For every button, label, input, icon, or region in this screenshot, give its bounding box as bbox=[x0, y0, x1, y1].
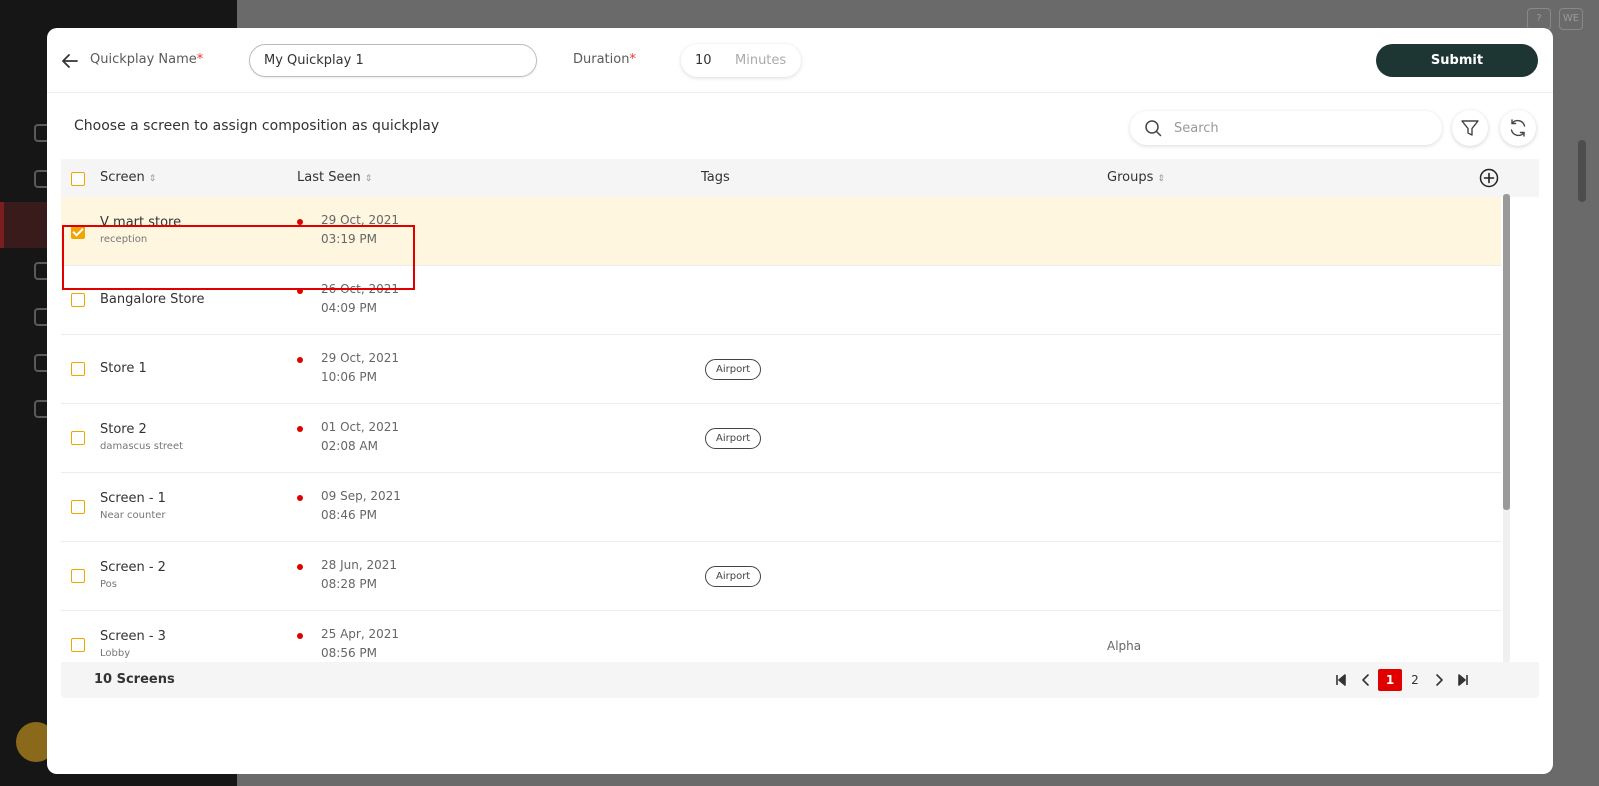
table-header: Screen ⇕ Last Seen ⇕ Tags Groups ⇕ bbox=[61, 159, 1539, 197]
table-row[interactable]: Store 1 29 Oct, 2021 10:06 PM Airport bbox=[61, 335, 1501, 404]
row-checkbox[interactable] bbox=[71, 225, 85, 239]
last-seen-time: 08:46 PM bbox=[321, 508, 377, 522]
prev-page-icon[interactable] bbox=[1358, 670, 1374, 690]
table-row[interactable]: Screen - 3 Lobby 25 Apr, 2021 08:56 PM A… bbox=[61, 611, 1501, 665]
row-checkbox[interactable] bbox=[71, 638, 85, 652]
page-2-button[interactable]: 2 bbox=[1407, 670, 1423, 690]
offline-status-dot bbox=[297, 633, 303, 639]
duration-unit: Minutes bbox=[735, 53, 787, 68]
column-groups[interactable]: Groups ⇕ bbox=[1107, 170, 1165, 185]
row-checkbox[interactable] bbox=[71, 569, 85, 583]
offline-status-dot bbox=[297, 288, 303, 294]
offline-status-dot bbox=[297, 426, 303, 432]
offline-status-dot bbox=[297, 357, 303, 363]
next-page-icon[interactable] bbox=[1431, 670, 1447, 690]
row-checkbox[interactable] bbox=[71, 362, 85, 376]
search-box[interactable] bbox=[1130, 111, 1442, 145]
tag-badge: Airport bbox=[705, 428, 762, 449]
filter-button[interactable] bbox=[1452, 110, 1488, 146]
screen-name: Screen - 3 bbox=[100, 629, 166, 644]
modal-header: Quickplay Name* Duration* 10 Minutes Sub… bbox=[47, 28, 1553, 93]
table-row[interactable]: V mart store reception 29 Oct, 2021 03:1… bbox=[61, 197, 1501, 266]
duration-label: Duration* bbox=[573, 52, 636, 67]
instruction-text: Choose a screen to assign composition as… bbox=[74, 118, 440, 134]
sort-icon: ⇕ bbox=[148, 174, 157, 184]
user-avatar: WE bbox=[1559, 8, 1583, 30]
last-seen-time: 08:28 PM bbox=[321, 577, 377, 591]
tag-badge: Airport bbox=[705, 566, 762, 587]
screen-name: Bangalore Store bbox=[100, 292, 205, 307]
last-seen-time: 10:06 PM bbox=[321, 370, 377, 384]
screen-count: 10 Screens bbox=[94, 672, 175, 687]
screen-location: Pos bbox=[100, 579, 118, 590]
offline-status-dot bbox=[297, 219, 303, 225]
scroll-thumb[interactable] bbox=[1503, 194, 1510, 510]
table-row[interactable]: Store 2 damascus street 01 Oct, 2021 02:… bbox=[61, 404, 1501, 473]
search-icon bbox=[1145, 120, 1162, 137]
screen-name: Store 2 bbox=[100, 422, 147, 437]
column-tags: Tags bbox=[701, 170, 730, 185]
sort-icon: ⇕ bbox=[1157, 174, 1165, 184]
quickplay-name-input[interactable] bbox=[249, 44, 537, 77]
screen-name: Screen - 1 bbox=[100, 491, 166, 506]
last-seen-time: 03:19 PM bbox=[321, 232, 377, 246]
background-scrollbar bbox=[1578, 140, 1586, 202]
add-column-icon[interactable] bbox=[1479, 168, 1499, 188]
quickplay-modal: Quickplay Name* Duration* 10 Minutes Sub… bbox=[47, 28, 1553, 774]
quickplay-name-label: Quickplay Name* bbox=[90, 52, 204, 67]
table-footer: 10 Screens 1 2 bbox=[61, 662, 1539, 698]
last-seen-date: 09 Sep, 2021 bbox=[321, 489, 401, 503]
screens-table: Screen ⇕ Last Seen ⇕ Tags Groups ⇕ V mart s… bbox=[61, 159, 1539, 739]
row-checkbox[interactable] bbox=[71, 293, 85, 307]
group-name: Alpha bbox=[1107, 639, 1142, 653]
screen-name: V mart store bbox=[100, 215, 182, 230]
screen-location: reception bbox=[100, 234, 148, 245]
first-page-icon[interactable] bbox=[1333, 670, 1349, 690]
column-last-seen[interactable]: Last Seen ⇕ bbox=[297, 170, 372, 185]
screen-location: Lobby bbox=[100, 648, 131, 659]
last-seen-date: 29 Oct, 2021 bbox=[321, 351, 399, 365]
offline-status-dot bbox=[297, 495, 303, 501]
table-row[interactable]: Screen - 1 Near counter 09 Sep, 2021 08:… bbox=[61, 473, 1501, 542]
select-all-checkbox[interactable] bbox=[71, 172, 85, 186]
filter-icon bbox=[1461, 120, 1479, 136]
last-seen-time: 04:09 PM bbox=[321, 301, 377, 315]
offline-status-dot bbox=[297, 564, 303, 570]
help-button: ? bbox=[1527, 8, 1551, 30]
search-input[interactable] bbox=[1174, 111, 1424, 145]
row-checkbox[interactable] bbox=[71, 431, 85, 445]
last-seen-time: 08:56 PM bbox=[321, 646, 377, 660]
tag-badge: Airport bbox=[705, 359, 762, 380]
table-row[interactable]: Screen - 2 Pos 28 Jun, 2021 08:28 PM Air… bbox=[61, 542, 1501, 611]
duration-input[interactable]: 10 Minutes bbox=[681, 44, 801, 77]
last-page-icon[interactable] bbox=[1455, 670, 1471, 690]
last-seen-date: 28 Jun, 2021 bbox=[321, 558, 398, 572]
last-seen-date: 26 Oct, 2021 bbox=[321, 282, 399, 296]
refresh-icon bbox=[1510, 119, 1526, 137]
table-body: V mart store reception 29 Oct, 2021 03:1… bbox=[61, 197, 1501, 665]
screen-location: damascus street bbox=[100, 441, 184, 452]
row-checkbox[interactable] bbox=[71, 500, 85, 514]
last-seen-date: 01 Oct, 2021 bbox=[321, 420, 399, 434]
sort-icon: ⇕ bbox=[364, 174, 373, 184]
page-1-button[interactable]: 1 bbox=[1378, 669, 1402, 691]
screen-location: Near counter bbox=[100, 510, 166, 521]
screen-name: Screen - 2 bbox=[100, 560, 166, 575]
column-screen[interactable]: Screen ⇕ bbox=[100, 170, 156, 185]
refresh-button[interactable] bbox=[1500, 110, 1536, 146]
submit-button[interactable]: Submit bbox=[1376, 44, 1538, 77]
last-seen-time: 02:08 AM bbox=[321, 439, 378, 453]
table-row[interactable]: Bangalore Store 26 Oct, 2021 04:09 PM bbox=[61, 266, 1501, 335]
table-scrollbar[interactable] bbox=[1503, 194, 1510, 665]
back-arrow-icon[interactable] bbox=[61, 52, 79, 70]
screen-name: Store 1 bbox=[100, 361, 147, 376]
duration-value[interactable]: 10 bbox=[695, 53, 712, 68]
last-seen-date: 29 Oct, 2021 bbox=[321, 213, 399, 227]
last-seen-date: 25 Apr, 2021 bbox=[321, 627, 400, 641]
